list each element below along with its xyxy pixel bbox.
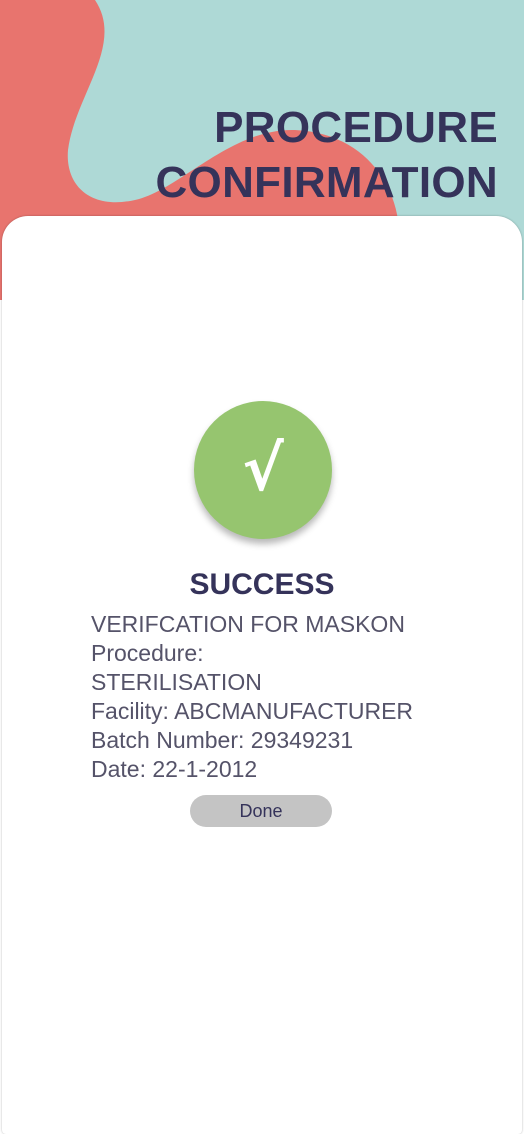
procedure-label: Procedure: [91,640,204,666]
batch-number-info: Batch Number: 29349231 [91,727,354,753]
status-heading: SUCCESS [189,568,335,601]
verification-subject: VERIFCATION FOR MASKON [91,611,405,637]
page-title-line-1: PROCEDURE [214,103,498,152]
date-info: Date: 22-1-2012 [91,756,258,782]
check-icon: √ [242,432,284,505]
facility-info: Facility: ABCMANUFACTURER [91,698,414,724]
verification-details: VERIFCATION FOR MASKON Procedure: STERIL… [91,610,491,784]
procedure-value: STERILISATION [91,669,262,695]
confirmation-card: √ SUCCESS VERIFCATION FOR MASKON Procedu… [2,216,522,1134]
success-badge: √ [194,401,332,539]
done-button[interactable]: Done [190,795,332,827]
page-title: PROCEDURE CONFIRMATION [155,100,498,210]
page-title-line-2: CONFIRMATION [155,158,498,207]
